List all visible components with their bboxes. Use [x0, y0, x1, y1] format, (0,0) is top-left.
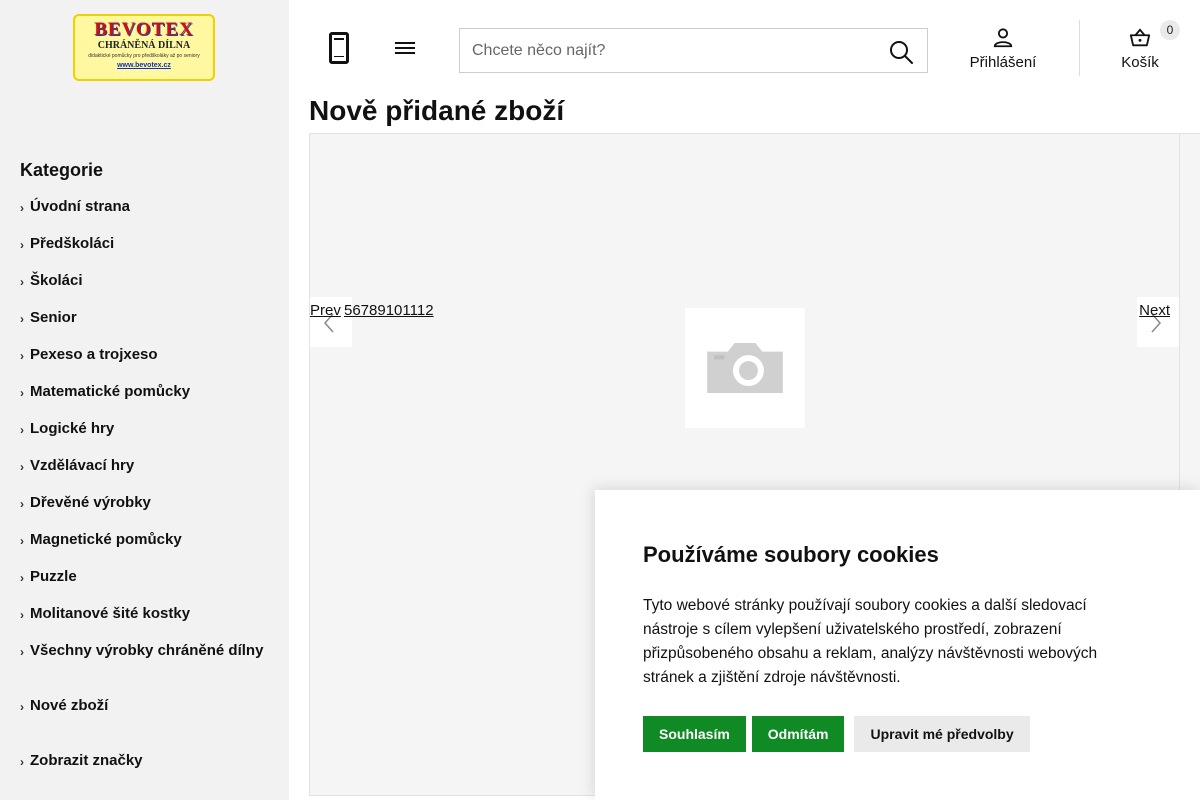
category-label: Molitanové šité kostky	[30, 605, 191, 622]
cart-label: Košík	[1121, 54, 1159, 71]
basket-icon	[1129, 28, 1151, 47]
chevron-right-icon: ›	[20, 275, 24, 289]
category-label: Dřevěné výrobky	[30, 494, 151, 511]
chevron-right-icon: ›	[20, 571, 24, 585]
category-item-znacky[interactable]: › Zobrazit značky	[20, 752, 270, 789]
chevron-right-icon: ›	[20, 534, 24, 548]
chevron-right-icon: ›	[20, 700, 24, 714]
cookie-buttons: Souhlasím Odmítám Upravit mé předvolby	[643, 716, 1152, 752]
search-input[interactable]	[460, 29, 870, 72]
category-label: Úvodní strana	[30, 198, 131, 215]
carousel-pager[interactable]: 56789101112	[344, 302, 434, 319]
cookie-reject-button[interactable]: Odmítám	[751, 716, 845, 752]
logo-url: www.bevotex.cz	[117, 62, 171, 69]
category-label: Pexeso a trojxeso	[30, 346, 158, 363]
login-label: Přihlášení	[969, 54, 1037, 71]
category-item-skolaci[interactable]: › Školáci	[20, 272, 270, 309]
category-item-nove-zbozi[interactable]: › Nové zboží	[20, 697, 270, 752]
cookie-consent-dialog: Používáme soubory cookies Tyto webové st…	[595, 490, 1200, 800]
cart-count-badge: 0	[1160, 20, 1180, 40]
cookie-text: Tyto webové stránky používají soubory co…	[643, 597, 1098, 686]
search-icon[interactable]	[889, 40, 913, 64]
category-item-vzdelavaci-hry[interactable]: › Vzdělávací hry	[20, 457, 270, 494]
category-label: Vzdělávací hry	[30, 457, 135, 474]
category-label: Logické hry	[30, 420, 115, 437]
logo-tagline: didaktické pomůcky pro předškoláky až po…	[88, 53, 200, 59]
chevron-right-icon: ›	[20, 201, 24, 215]
chevron-right-icon: ›	[20, 238, 24, 252]
header-divider	[1079, 20, 1080, 76]
chevron-right-icon: ›	[20, 645, 24, 659]
logo-brand: BEVOTEX	[94, 19, 194, 40]
category-label: Puzzle	[30, 568, 77, 585]
camera-icon	[707, 343, 783, 393]
category-item-predskolaci[interactable]: › Předškoláci	[20, 235, 270, 272]
category-item-logicke-hry[interactable]: › Logické hry	[20, 420, 270, 457]
logo-subtitle: CHRÁNĚNÁ DÍLNA	[97, 40, 191, 51]
login-button[interactable]: Přihlášení	[957, 26, 1049, 71]
search-box	[459, 28, 928, 73]
carousel-prev-link[interactable]: Prev	[310, 302, 341, 319]
cookie-title: Používáme soubory cookies	[643, 542, 939, 567]
category-item-magneticke[interactable]: › Magnetické pomůcky	[20, 531, 270, 568]
cookie-preferences-button[interactable]: Upravit mé předvolby	[854, 716, 1030, 752]
category-item-drevene[interactable]: › Dřevěné výrobky	[20, 494, 270, 531]
chevron-right-icon: ›	[20, 349, 24, 363]
category-item-uvodni-strana[interactable]: › Úvodní strana	[20, 198, 270, 235]
chevron-right-icon: ›	[20, 386, 24, 400]
product-image-placeholder[interactable]	[685, 308, 805, 428]
category-item-senior[interactable]: › Senior	[20, 309, 270, 346]
category-label: Školáci	[30, 272, 83, 289]
logo[interactable]: BEVOTEX CHRÁNĚNÁ DÍLNA didaktické pomůck…	[73, 14, 215, 81]
header: Přihlášení Košík 0	[289, 0, 1200, 95]
category-item-vsechny[interactable]: › Všechny výrobky chráněné dílny	[20, 642, 270, 697]
category-item-matematicke[interactable]: › Matematické pomůcky	[20, 383, 270, 420]
phone-icon[interactable]	[329, 32, 349, 64]
user-icon	[993, 28, 1013, 48]
chevron-right-icon: ›	[20, 755, 24, 769]
chevron-right-icon: ›	[20, 460, 24, 474]
category-item-pexeso[interactable]: › Pexeso a trojxeso	[20, 346, 270, 383]
category-label: Senior	[30, 309, 77, 326]
categories-title: Kategorie	[20, 160, 104, 180]
category-label: Magnetické pomůcky	[30, 531, 182, 548]
category-list: › Úvodní strana › Předškoláci › Školáci › Se…	[20, 198, 270, 789]
category-item-puzzle[interactable]: › Puzzle	[20, 568, 270, 605]
chevron-right-icon: ›	[20, 497, 24, 511]
chevron-right-icon: ›	[20, 312, 24, 326]
sidebar: BEVOTEX CHRÁNĚNÁ DÍLNA didaktické pomůck…	[0, 0, 289, 800]
cookie-accept-button[interactable]: Souhlasím	[643, 716, 746, 752]
carousel-next-link[interactable]: Next	[1139, 302, 1170, 319]
chevron-right-icon: ›	[20, 423, 24, 437]
category-label: Matematické pomůcky	[30, 383, 191, 400]
category-label: Předškoláci	[30, 235, 115, 252]
menu-icon[interactable]	[395, 42, 415, 54]
category-label: Všechny výrobky chráněné dílny	[30, 642, 264, 659]
category-label: Nové zboží	[30, 697, 109, 714]
chevron-right-icon: ›	[20, 608, 24, 622]
category-item-molitanove[interactable]: › Molitanové šité kostky	[20, 605, 270, 642]
page-title: Nově přidané zboží	[309, 95, 565, 126]
category-label: Zobrazit značky	[30, 752, 143, 769]
